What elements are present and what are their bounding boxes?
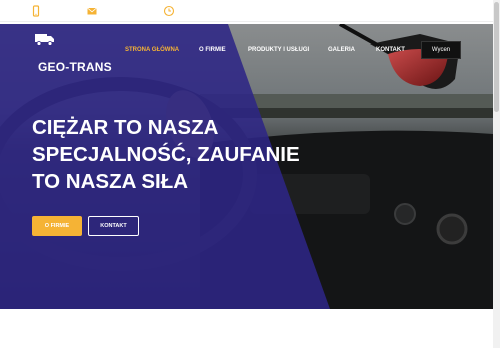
brand-name[interactable]: GEO-TRANS [38,60,112,74]
truck-icon[interactable] [35,32,55,46]
nav-item-about[interactable]: O FIRMIE [199,47,226,53]
top-info-bar [0,0,500,22]
contact-button[interactable]: KONTAKT [88,216,139,236]
scrollbar-thumb[interactable] [494,2,499,112]
nav-item-products[interactable]: PRODUKTY I USŁUGI [248,47,309,53]
nav-item-gallery[interactable]: GALERIA [328,47,355,53]
page-scrollbar[interactable] [493,0,500,348]
headline-line-3: TO NASZA SIŁA [32,170,189,193]
headline-line-2: SPECJALNOŚĆ, ZAUFANIE [32,143,300,166]
headline-line-1: CIĘŻAR TO NASZA [32,116,219,139]
about-button[interactable]: O FIRMIE [32,216,82,236]
mail-icon [87,7,97,15]
hero-headline: CIĘŻAR TO NASZA SPECJALNOŚĆ, ZAUFANIE TO… [32,114,322,195]
phone-icon [32,5,40,17]
clock-icon [163,5,175,17]
quote-button[interactable]: Wycen [421,41,461,59]
nav-item-home[interactable]: STRONA GŁÓWNA [125,47,179,53]
page: GEO-TRANS STRONA GŁÓWNA O FIRMIE PRODUKT… [0,0,500,348]
nav-item-contact[interactable]: KONTAKT [376,47,405,53]
